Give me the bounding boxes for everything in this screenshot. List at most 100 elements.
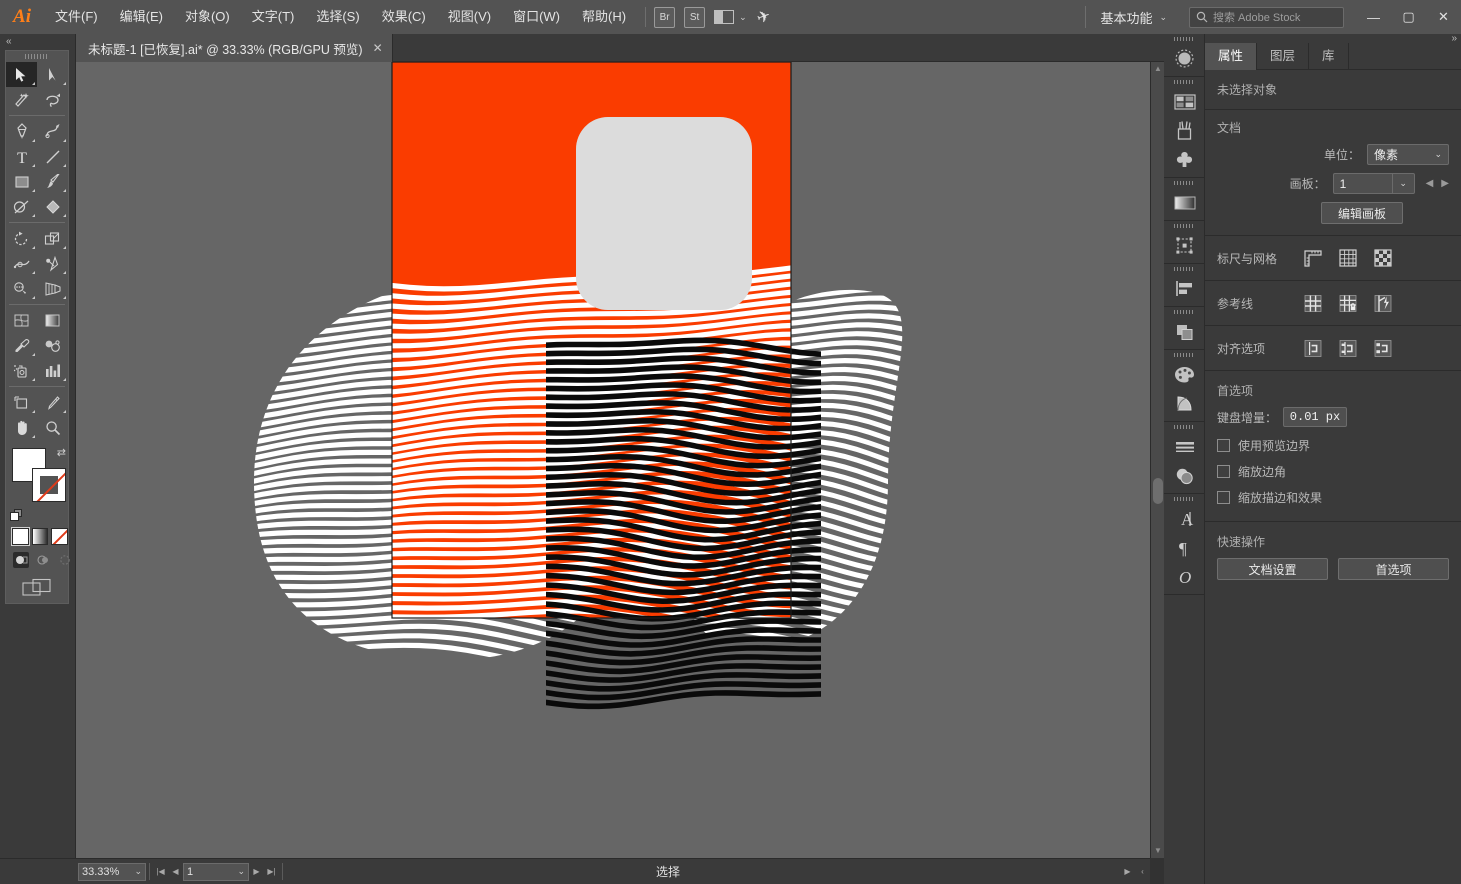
mesh-tool[interactable] [6,308,37,333]
chevron-down-icon[interactable]: ⌄ [134,866,142,877]
stock-libraries-icon[interactable] [1164,44,1205,73]
rail-drag-handle[interactable] [1164,350,1204,360]
character-panel-icon[interactable]: A [1164,504,1205,533]
chevron-down-icon[interactable]: ⌄ [237,866,245,877]
search-adobe-stock-input[interactable]: 搜索 Adobe Stock [1189,6,1344,28]
direct-selection-tool[interactable] [37,62,68,87]
menu-window[interactable]: 窗口(W) [502,0,571,34]
menu-edit[interactable]: 编辑(E) [109,0,174,34]
stock-icon[interactable]: St [684,6,706,28]
width-tool[interactable] [6,251,37,276]
workspace-switcher[interactable]: 基本功能 ⌄ [1085,6,1175,28]
align-to-selection-icon[interactable] [1372,338,1394,358]
maximize-button[interactable]: ▢ [1391,0,1426,34]
units-select[interactable]: 像素 ⌄ [1367,144,1449,165]
rail-drag-handle[interactable] [1164,77,1204,87]
scale-strokes-effects-checkbox[interactable]: 缩放描边和效果 [1217,489,1449,506]
artboard-tool[interactable] [6,390,37,415]
last-artboard-button[interactable]: ▶| [264,863,279,881]
close-button[interactable]: ✕ [1426,0,1461,34]
glyphs-panel-icon[interactable]: O [1164,562,1205,591]
magic-wand-tool[interactable] [6,87,37,112]
tab-layers[interactable]: 图层 [1257,43,1310,70]
draw-behind-mode[interactable] [35,552,51,568]
symbols-icon[interactable] [1164,145,1205,174]
next-artboard-button[interactable]: ▶ [249,863,264,881]
selection-tool[interactable] [6,62,37,87]
slice-tool[interactable] [37,390,68,415]
align-panel-icon[interactable] [1164,274,1205,303]
collapse-toolbar-icon[interactable]: « [0,34,75,48]
menu-object[interactable]: 对象(O) [174,0,241,34]
transform-panel-icon[interactable] [1164,231,1205,260]
shape-builder-tool[interactable] [6,276,37,301]
color-guide-icon[interactable] [1164,389,1205,418]
rail-drag-handle[interactable] [1164,307,1204,317]
shaper-tool[interactable] [6,194,37,219]
zoom-level-field[interactable]: 33.33% ⌄ [78,862,146,881]
color-panel-icon[interactable] [1164,360,1205,389]
paragraph-panel-icon[interactable]: ¶ [1164,533,1205,562]
next-artboard-icon[interactable]: ▶ [1441,178,1449,189]
share-icon[interactable]: ✈ [754,5,773,28]
line-segment-tool[interactable] [37,144,68,169]
rotate-tool[interactable] [6,226,37,251]
artboards-icon[interactable] [1164,87,1205,116]
rail-drag-handle[interactable] [1164,221,1204,231]
paintbrush-tool[interactable] [37,169,68,194]
hand-tool[interactable] [6,415,37,440]
column-graph-tool[interactable] [37,358,68,383]
type-tool[interactable]: T [6,144,37,169]
eyedropper-tool[interactable] [6,333,37,358]
default-fill-stroke-icon[interactable] [10,509,23,522]
menu-file[interactable]: 文件(F) [44,0,109,34]
bridge-icon[interactable]: Br [654,6,676,28]
swap-fill-stroke-icon[interactable]: ⇄ [57,446,66,459]
menu-effect[interactable]: 效果(C) [371,0,437,34]
symbol-sprayer-tool[interactable] [6,358,37,383]
lock-guides-icon[interactable] [1337,293,1359,313]
artboard-input[interactable]: 1 [1332,173,1393,194]
color-mode-gradient[interactable] [31,528,49,545]
pathfinder-panel-icon[interactable] [1164,317,1205,346]
rail-drag-handle[interactable] [1164,264,1204,274]
previous-artboard-button[interactable]: ◀ [168,863,183,881]
previous-artboard-icon[interactable]: ◀ [1426,178,1434,189]
keyboard-increment-input[interactable]: 0.01 px [1283,407,1348,427]
rail-drag-handle[interactable] [1164,34,1204,44]
document-setup-button[interactable]: 文档设置 [1217,558,1328,580]
blend-tool[interactable] [37,333,68,358]
draw-normal-mode[interactable] [13,552,29,568]
draw-inside-mode[interactable] [57,552,73,568]
arrange-documents-button[interactable]: ⌄ [714,10,747,24]
document-canvas[interactable] [76,62,1150,858]
rectangle-tool[interactable] [6,169,37,194]
vertical-scroll-thumb[interactable] [1153,478,1163,504]
gradient-tool[interactable] [37,308,68,333]
panel-collapse-icon[interactable]: » [1205,33,1461,44]
artboard-number-field[interactable]: 1 ⌄ [183,862,249,881]
align-to-key-object-icon[interactable] [1337,338,1359,358]
zoom-tool[interactable] [37,415,68,440]
gradient-panel-icon[interactable] [1164,188,1205,217]
rail-drag-handle[interactable] [1164,494,1204,504]
stroke-panel-icon[interactable] [1164,432,1205,461]
scale-corners-checkbox[interactable]: 缩放边角 [1217,463,1449,480]
minimize-button[interactable]: — [1356,0,1391,34]
edit-artboards-button[interactable]: 编辑画板 [1321,202,1403,224]
artwork-vector-illustration[interactable] [76,62,1150,858]
show-rulers-icon[interactable] [1302,248,1324,268]
status-back-icon[interactable]: ‹ [1135,863,1150,881]
menu-help[interactable]: 帮助(H) [571,0,637,34]
screen-mode-button[interactable] [6,578,68,597]
color-mode-flat[interactable] [11,527,30,546]
show-grid-icon[interactable] [1337,248,1359,268]
eraser-tool[interactable] [37,194,68,219]
menu-type[interactable]: 文字(T) [241,0,306,34]
brushes-icon[interactable] [1164,116,1205,145]
scroll-up-icon[interactable]: ▲ [1151,62,1165,76]
transparency-panel-icon[interactable] [1164,461,1205,490]
tab-properties[interactable]: 属性 [1205,43,1258,70]
first-artboard-button[interactable]: |◀ [153,863,168,881]
align-to-artboard-icon[interactable] [1302,338,1324,358]
